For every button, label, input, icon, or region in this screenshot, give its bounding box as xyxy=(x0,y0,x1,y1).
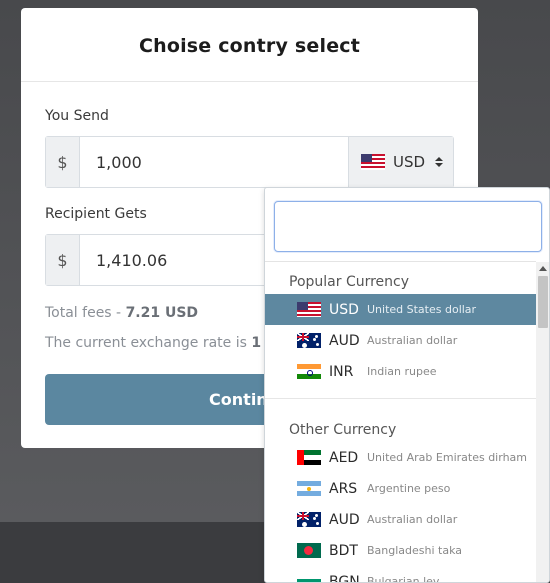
card-header: Choise contry select xyxy=(21,8,478,82)
exchange-rate-line: The current exchange rate is 1 USD xyxy=(45,335,299,351)
send-input-group: $ 1,000 USD xyxy=(45,136,454,188)
currency-code: ARS xyxy=(329,480,358,497)
currency-option-aud[interactable]: AUD Australian dollar xyxy=(265,325,536,356)
currency-option-aed[interactable]: AED United Arab Emirates dirham xyxy=(265,442,536,473)
currency-option-aud-other[interactable]: AUD Australian dollar xyxy=(265,504,536,535)
currency-name: Australian dollar xyxy=(367,513,458,526)
scroll-up-arrow-icon[interactable] xyxy=(539,266,547,271)
fees-label: Total fees - xyxy=(45,305,126,321)
ar-flag-icon xyxy=(297,481,321,496)
currency-name: Australian dollar xyxy=(367,334,458,347)
currency-code: BGN xyxy=(329,573,360,583)
bd-flag-icon xyxy=(297,543,321,558)
popular-currency-heading: Popular Currency xyxy=(289,274,410,290)
currency-name: United Arab Emirates dirham xyxy=(367,451,527,464)
send-currency-code: USD xyxy=(393,153,426,171)
send-amount-input[interactable]: 1,000 xyxy=(80,137,348,187)
dropdown-scrollbar[interactable] xyxy=(536,262,549,582)
in-flag-icon xyxy=(297,364,321,379)
other-currency-heading: Other Currency xyxy=(289,422,397,438)
card-title: Choise contry select xyxy=(138,34,361,57)
currency-option-bdt[interactable]: BDT Bangladeshi taka xyxy=(265,535,536,566)
currency-code: USD xyxy=(329,301,359,318)
currency-option-usd[interactable]: USD United States dollar xyxy=(265,294,536,325)
recipient-currency-symbol: $ xyxy=(46,235,80,285)
currency-name: Bulgarian lev xyxy=(367,575,440,583)
send-currency-symbol: $ xyxy=(46,137,80,187)
rate-label: The current exchange rate is xyxy=(45,335,252,351)
currency-search-input[interactable] xyxy=(274,201,542,252)
total-fees-line: Total fees - 7.21 USD xyxy=(45,305,198,321)
currency-option-ars[interactable]: ARS Argentine peso xyxy=(265,473,536,504)
currency-name: Argentine peso xyxy=(367,482,451,495)
au-flag-icon xyxy=(297,333,321,348)
currency-name: Bangladeshi taka xyxy=(367,544,463,557)
select-caret-icon xyxy=(435,157,444,167)
send-label: You Send xyxy=(45,108,109,124)
currency-code: AUD xyxy=(329,332,360,349)
scrollbar-thumb[interactable] xyxy=(538,276,548,328)
currency-dropdown: Popular Currency USD United States dolla… xyxy=(264,187,550,583)
recipient-label: Recipient Gets xyxy=(45,206,147,222)
fees-value: 7.21 USD xyxy=(125,305,199,321)
us-flag-icon xyxy=(297,302,321,317)
send-currency-select[interactable]: USD xyxy=(348,137,453,187)
us-flag-icon xyxy=(361,154,385,170)
group-separator xyxy=(265,398,536,399)
currency-name: Indian rupee xyxy=(367,365,437,378)
au-flag-icon xyxy=(297,512,321,527)
currency-code: AED xyxy=(329,449,359,466)
currency-options-list[interactable]: Popular Currency USD United States dolla… xyxy=(265,262,536,583)
currency-name: United States dollar xyxy=(367,303,477,316)
ae-flag-icon xyxy=(297,450,321,465)
currency-option-inr[interactable]: INR Indian rupee xyxy=(265,356,536,387)
currency-code: AUD xyxy=(329,511,360,528)
currency-code: BDT xyxy=(329,542,358,559)
bg-flag-icon xyxy=(297,574,321,582)
currency-option-bgn[interactable]: BGN Bulgarian lev xyxy=(265,566,536,583)
currency-code: INR xyxy=(329,363,354,380)
